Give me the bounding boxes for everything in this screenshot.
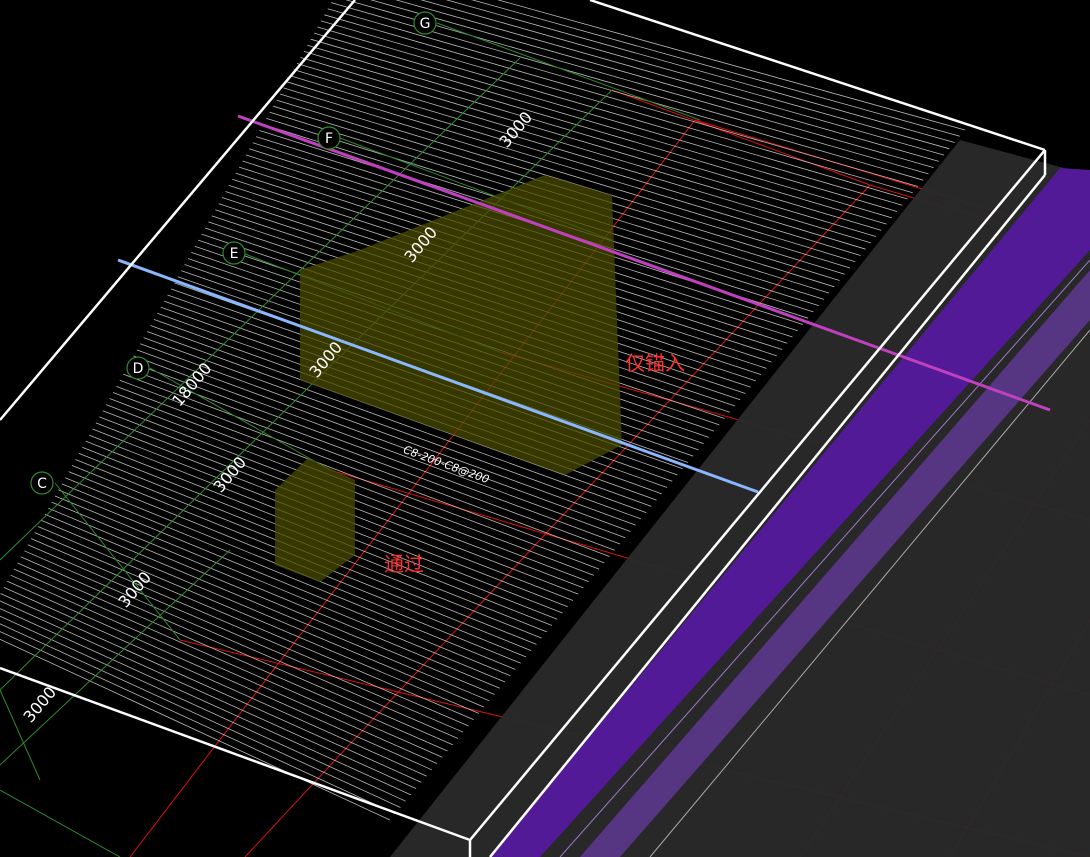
svg-text:F: F [325,131,333,147]
axis-bubble-f[interactable]: F [317,126,341,150]
small-opening[interactable] [275,458,355,582]
svg-text:D: D [133,361,144,377]
dimension-label: 3000 [209,453,250,496]
axis-bubble-g[interactable]: G [413,11,437,35]
dimension-label: 3000 [495,108,536,151]
svg-text:E: E [230,246,239,262]
rebar-line [0,593,422,783]
svg-text:C: C [37,476,47,492]
zone-label-anchor-only: 仅锚入 [625,351,685,375]
zone-label-pass-through: 通过 [384,552,424,576]
dimension-label: 3000 [19,683,60,726]
large-opening[interactable] [300,175,622,475]
axis-bubble-c[interactable]: C [30,471,54,495]
axis-bubble-e[interactable]: E [222,241,246,265]
3d-model-viewport[interactable]: G F E D C 3000 3000 3000 18000 3000 3000… [0,0,1090,857]
svg-text:G: G [420,16,431,32]
dimension-label: 18000 [168,359,215,410]
axis-bubble-d[interactable]: D [126,356,150,380]
